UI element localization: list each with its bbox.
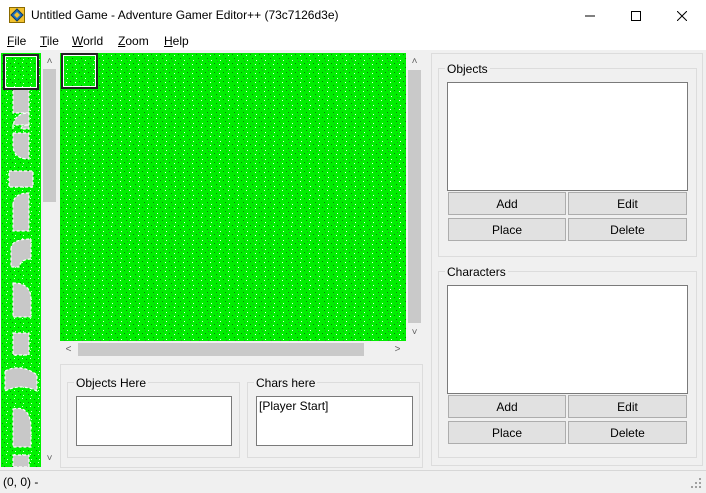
- objects-edit-button[interactable]: Edit: [568, 192, 687, 215]
- characters-edit-button[interactable]: Edit: [568, 395, 687, 418]
- menu-bar: [0, 31, 706, 51]
- map-vertical-scroll-thumb[interactable]: [408, 70, 421, 323]
- menu-help-label: elp: [172, 34, 189, 48]
- characters-label: Characters: [445, 265, 508, 279]
- map-horizontal-scroll-thumb[interactable]: [78, 343, 364, 356]
- status-bar: [0, 470, 706, 493]
- menu-help[interactable]: Help: [164, 34, 189, 48]
- list-item[interactable]: [Player Start]: [259, 399, 328, 413]
- close-button[interactable]: [659, 0, 705, 31]
- characters-list[interactable]: [447, 285, 688, 394]
- palette-selected-tile[interactable]: [3, 54, 39, 90]
- minimize-icon: [585, 15, 595, 16]
- map-scroll-corner: [406, 341, 423, 358]
- characters-place-button[interactable]: Place: [448, 421, 566, 444]
- menu-help-mnemonic: H: [164, 34, 173, 48]
- minimize-button[interactable]: [567, 0, 613, 31]
- objects-here-list[interactable]: [76, 396, 232, 446]
- maximize-button[interactable]: [613, 0, 659, 31]
- status-coordinates: (0, 0) -: [3, 475, 39, 489]
- objects-place-button[interactable]: Place: [448, 218, 566, 241]
- map-selection-cursor[interactable]: [61, 53, 98, 89]
- menu-tile-label: ile: [46, 34, 59, 48]
- menu-file-label: ile: [14, 34, 27, 48]
- objects-add-button[interactable]: Add: [448, 192, 566, 215]
- app-diamond-icon: [9, 7, 25, 23]
- menu-tile[interactable]: Tile: [40, 34, 59, 48]
- menu-tile-mnemonic: T: [40, 34, 47, 48]
- maximize-icon: [631, 10, 641, 21]
- tile-palette[interactable]: [1, 53, 41, 467]
- map-scroll-right-icon[interactable]: ˃: [389, 341, 406, 358]
- map-scroll-left-icon[interactable]: ˂: [60, 341, 77, 358]
- objects-label: Objects: [445, 62, 490, 76]
- map-scroll-down-icon[interactable]: ˅: [406, 324, 423, 341]
- menu-zoom[interactable]: Zoom: [118, 34, 149, 48]
- menu-zoom-label: oom: [125, 34, 149, 48]
- menu-world[interactable]: World: [72, 34, 103, 48]
- objects-here-label: Objects Here: [74, 376, 149, 390]
- close-icon: [677, 10, 687, 21]
- resize-grip-icon[interactable]: [690, 477, 702, 489]
- palette-scroll-thumb[interactable]: [43, 69, 56, 202]
- objects-list[interactable]: [447, 82, 688, 191]
- palette-scroll-up-icon[interactable]: ˄: [41, 53, 58, 70]
- map-scroll-up-icon[interactable]: ˄: [406, 53, 423, 70]
- chars-here-label: Chars here: [254, 376, 318, 390]
- window-title: Untitled Game - Adventure Gamer Editor++…: [31, 8, 339, 22]
- characters-delete-button[interactable]: Delete: [568, 421, 687, 444]
- menu-world-label: orld: [83, 34, 104, 48]
- characters-add-button[interactable]: Add: [448, 395, 566, 418]
- menu-world-mnemonic: W: [72, 34, 84, 48]
- palette-scroll-down-icon[interactable]: ˅: [41, 450, 58, 467]
- objects-delete-button[interactable]: Delete: [568, 218, 687, 241]
- world-map-canvas[interactable]: [60, 53, 406, 341]
- menu-file[interactable]: File: [7, 34, 26, 48]
